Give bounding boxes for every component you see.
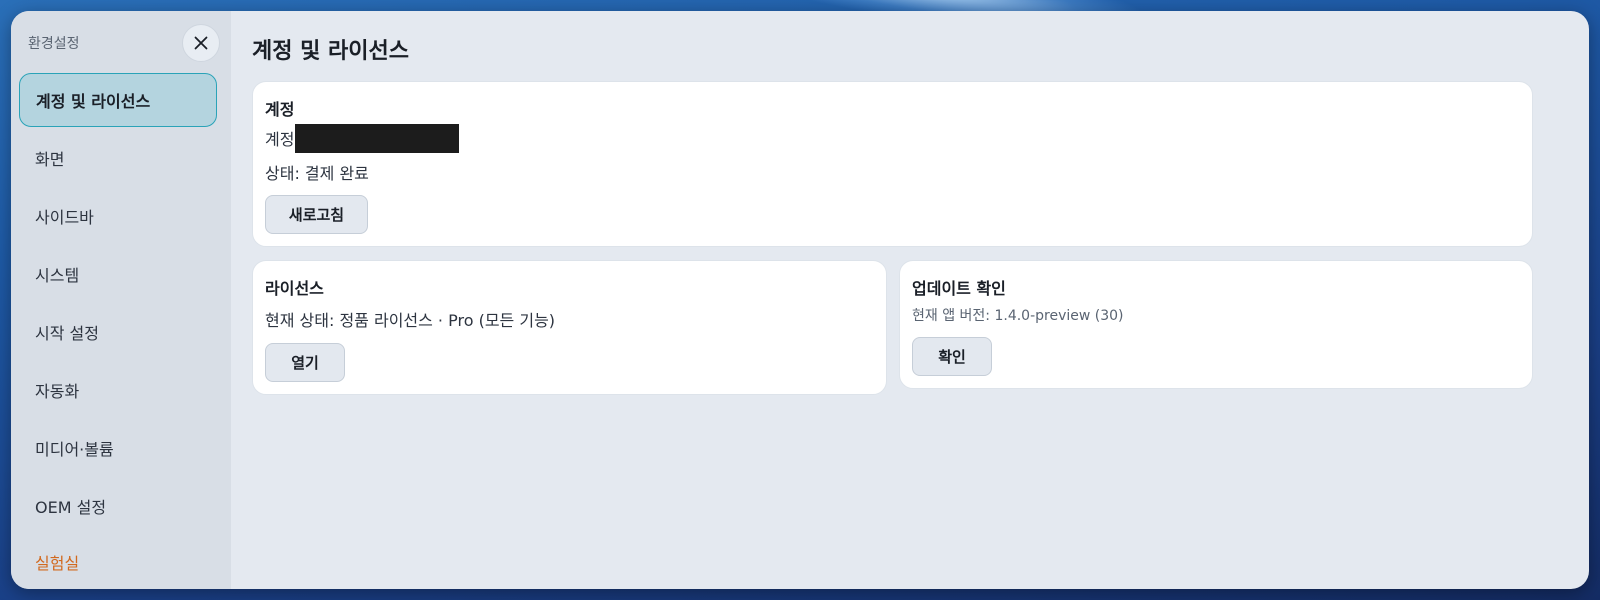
settings-window: 환경설정 계정 및 라이선스 화면 사이드바 시스템 시작 설정 자동화 미디어… (11, 11, 1589, 589)
sidebar-item-startup[interactable]: 시작 설정 (19, 305, 217, 359)
sidebar-header: 환경설정 (11, 11, 231, 75)
sidebar-item-label: 계정 및 라이선스 (36, 92, 151, 111)
sidebar-item-sidebar[interactable]: 사이드바 (19, 189, 217, 243)
sidebar-item-display[interactable]: 화면 (19, 131, 217, 185)
sidebar-item-media-volume[interactable]: 미디어·볼륨 (19, 421, 217, 475)
update-card: 업데이트 확인 현재 앱 버전: 1.4.0-preview (30) 확인 (899, 260, 1533, 389)
app-version: 현재 앱 버전: 1.4.0-preview (30) (912, 308, 1124, 324)
sidebar-item-system[interactable]: 시스템 (19, 247, 217, 301)
sidebar-item-oem[interactable]: OEM 설정 (19, 479, 217, 533)
sidebar-item-label: 실험실 (35, 554, 80, 573)
page-title: 계정 및 라이선스 (252, 39, 409, 64)
sidebar-item-account-license[interactable]: 계정 및 라이선스 (19, 73, 217, 127)
license-status: 현재 상태: 정품 라이선스 · Pro (모든 기능) (265, 311, 556, 330)
check-update-button[interactable]: 확인 (912, 337, 992, 376)
sidebar-item-label: 시스템 (35, 266, 80, 285)
refresh-button[interactable]: 새로고침 (265, 195, 368, 234)
sidebar-item-label: 화면 (35, 150, 65, 169)
close-button[interactable] (182, 24, 220, 62)
license-card: 라이선스 현재 상태: 정품 라이선스 · Pro (모든 기능) 열기 (252, 260, 887, 395)
update-card-title: 업데이트 확인 (912, 279, 1006, 298)
license-card-title: 라이선스 (265, 279, 324, 298)
sidebar-item-lab[interactable]: 실험실 (19, 535, 217, 589)
open-license-button[interactable]: 열기 (265, 343, 345, 382)
sidebar-item-label: 시작 설정 (35, 324, 99, 343)
account-status: 상태: 결제 완료 (265, 164, 369, 183)
account-card: 계정 계정 상태: 결제 완료 새로고침 (252, 81, 1533, 247)
account-label: 계정 (265, 130, 295, 149)
sidebar-item-label: 사이드바 (35, 208, 94, 227)
sidebar-item-label: 자동화 (35, 382, 80, 401)
sidebar-item-automation[interactable]: 자동화 (19, 363, 217, 417)
account-card-title: 계정 (265, 100, 295, 119)
sidebar-title: 환경설정 (28, 36, 80, 52)
close-icon (194, 36, 208, 50)
sidebar-item-label: OEM 설정 (35, 498, 107, 517)
account-line: 계정 (265, 124, 460, 155)
main-content: 계정 및 라이선스 계정 계정 상태: 결제 완료 새로고침 라이선스 현재 상… (231, 11, 1589, 589)
redacted-account-id (295, 124, 460, 153)
sidebar-item-label: 미디어·볼륨 (35, 440, 114, 459)
sidebar: 환경설정 계정 및 라이선스 화면 사이드바 시스템 시작 설정 자동화 미디어… (11, 11, 231, 589)
